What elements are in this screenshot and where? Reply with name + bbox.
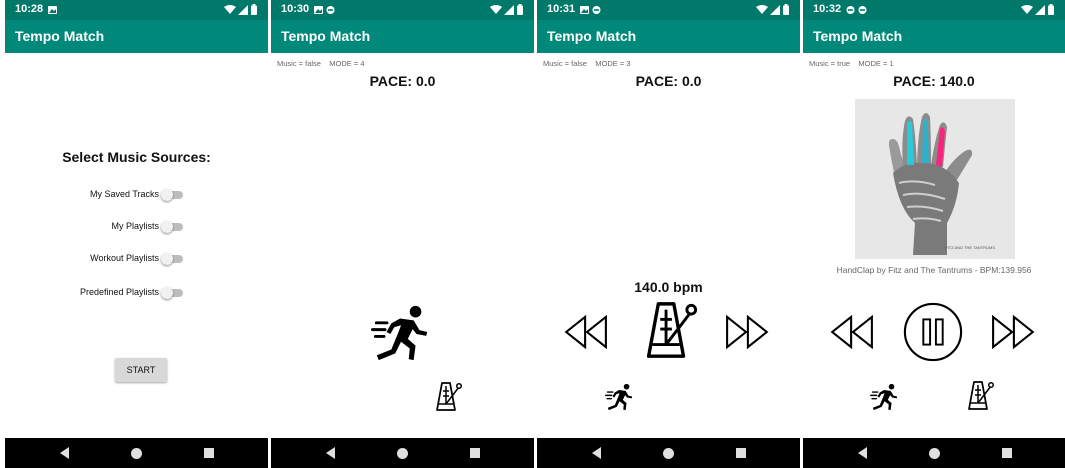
track-info: HandClap by Fitz and The Tantrums - BPM:… (836, 265, 1032, 275)
notification-image-icon (314, 6, 323, 14)
back-icon[interactable] (326, 447, 335, 459)
app-bar: Tempo Match (271, 20, 534, 53)
home-icon[interactable] (131, 448, 142, 459)
bpm-readout: 140.0 bpm (634, 279, 703, 295)
toggle-row-saved-tracks[interactable]: My Saved Tracks (5, 188, 183, 202)
app-title: Tempo Match (281, 28, 371, 44)
phone-screen-mode-3: 10:31 Tempo Match Music = false MODE = 3… (537, 0, 800, 468)
start-button[interactable]: START (115, 358, 167, 382)
switch-knob (161, 189, 173, 201)
phone-screen-music-sources: 10:28 Tempo Match Select Music Sources: … (5, 0, 268, 468)
back-icon[interactable] (592, 447, 601, 459)
nav-bar (803, 438, 1065, 468)
home-icon[interactable] (929, 448, 940, 459)
toggle-row-workout-playlists[interactable]: Workout Playlists (5, 252, 183, 266)
debug-status-text: Music = true MODE = 1 (809, 59, 894, 68)
notification-image-icon (48, 6, 57, 14)
switch-knob (161, 253, 173, 265)
recents-icon[interactable] (204, 448, 214, 458)
notification-music-icon (592, 6, 601, 14)
back-icon[interactable] (60, 447, 69, 459)
app-title: Tempo Match (813, 28, 903, 44)
my-playlists-switch[interactable] (161, 221, 183, 233)
runner-icon (371, 305, 428, 361)
toggle-label: Predefined Playlists (79, 287, 159, 297)
phone-screen-mode-1: 10:32 Tempo Match Music = true MODE = 1 … (803, 0, 1065, 468)
debug-status-text: Music = false MODE = 3 (543, 59, 631, 68)
toggle-label: Workout Playlists (90, 253, 159, 263)
status-icons (756, 4, 789, 15)
notification-image-icon (580, 6, 589, 14)
debug-status-text: Music = false MODE = 4 (277, 59, 365, 68)
pace-readout: PACE: 0.0 (369, 73, 436, 89)
predefined-playlists-switch[interactable] (161, 287, 183, 299)
workout-playlists-switch[interactable] (161, 253, 183, 265)
pace-readout: PACE: 0.0 (635, 73, 702, 89)
metronome-icon[interactable] (963, 380, 995, 412)
notification-music-icon (326, 6, 335, 14)
status-icons (490, 4, 523, 15)
metronome-panel: Music = false MODE = 3 PACE: 0.0 140.0 b… (537, 53, 800, 438)
pause-icon[interactable] (902, 301, 964, 363)
notification-music-icon (846, 6, 855, 14)
app-bar: Tempo Match (537, 20, 800, 53)
toggle-row-predefined-playlists[interactable]: Predefined Playlists (5, 286, 183, 300)
saved-tracks-switch[interactable] (161, 189, 183, 201)
status-time: 10:31 (547, 3, 576, 15)
pace-panel: Music = false MODE = 4 PACE: 0.0 (271, 53, 534, 438)
app-bar: Tempo Match (803, 20, 1065, 53)
toggle-row-my-playlists[interactable]: My Playlists (5, 220, 183, 234)
status-time: 10:28 (15, 3, 44, 15)
rewind-icon[interactable] (830, 315, 876, 349)
status-bar: 10:30 (271, 0, 534, 20)
nav-bar (5, 438, 268, 468)
app-title: Tempo Match (547, 28, 637, 44)
select-sources-heading: Select Music Sources: (62, 149, 211, 165)
status-time: 10:30 (281, 3, 310, 15)
music-sources-panel: Select Music Sources: My Saved Tracks My… (5, 53, 268, 438)
player-panel: Music = true MODE = 1 PACE: 140.0 FITZ A… (803, 53, 1065, 438)
home-icon[interactable] (663, 448, 674, 459)
status-icons (224, 4, 257, 15)
recents-icon[interactable] (1002, 448, 1012, 458)
album-caption: FITZ AND THE TANTRUMS (945, 245, 995, 250)
runner-icon[interactable] (605, 382, 635, 412)
status-bar: 10:31 (537, 0, 800, 20)
nav-bar (271, 438, 534, 468)
notification-music-icon (858, 6, 867, 14)
app-title: Tempo Match (15, 28, 105, 44)
nav-bar (537, 438, 800, 468)
app-bar: Tempo Match (5, 20, 268, 53)
status-icons (1021, 4, 1054, 15)
recents-icon[interactable] (736, 448, 746, 458)
recents-icon[interactable] (470, 448, 480, 458)
back-icon[interactable] (858, 447, 867, 459)
album-art: FITZ AND THE TANTRUMS (855, 99, 1015, 259)
phone-screen-mode-4: 10:30 Tempo Match Music = false MODE = 4… (271, 0, 534, 468)
home-icon[interactable] (397, 448, 408, 459)
status-bar: 10:28 (5, 0, 268, 20)
metronome-icon[interactable] (431, 381, 463, 413)
metronome-icon[interactable] (637, 300, 699, 362)
toggle-label: My Playlists (111, 221, 159, 231)
switch-knob (161, 221, 173, 233)
status-bar: 10:32 (803, 0, 1065, 20)
runner-icon[interactable] (870, 382, 900, 412)
status-time: 10:32 (813, 3, 842, 15)
fast-forward-icon[interactable] (989, 315, 1035, 349)
pace-readout: PACE: 140.0 (893, 73, 975, 89)
switch-knob (161, 287, 173, 299)
rewind-icon[interactable] (564, 315, 610, 349)
toggle-label: My Saved Tracks (89, 189, 159, 199)
fast-forward-icon[interactable] (723, 315, 769, 349)
